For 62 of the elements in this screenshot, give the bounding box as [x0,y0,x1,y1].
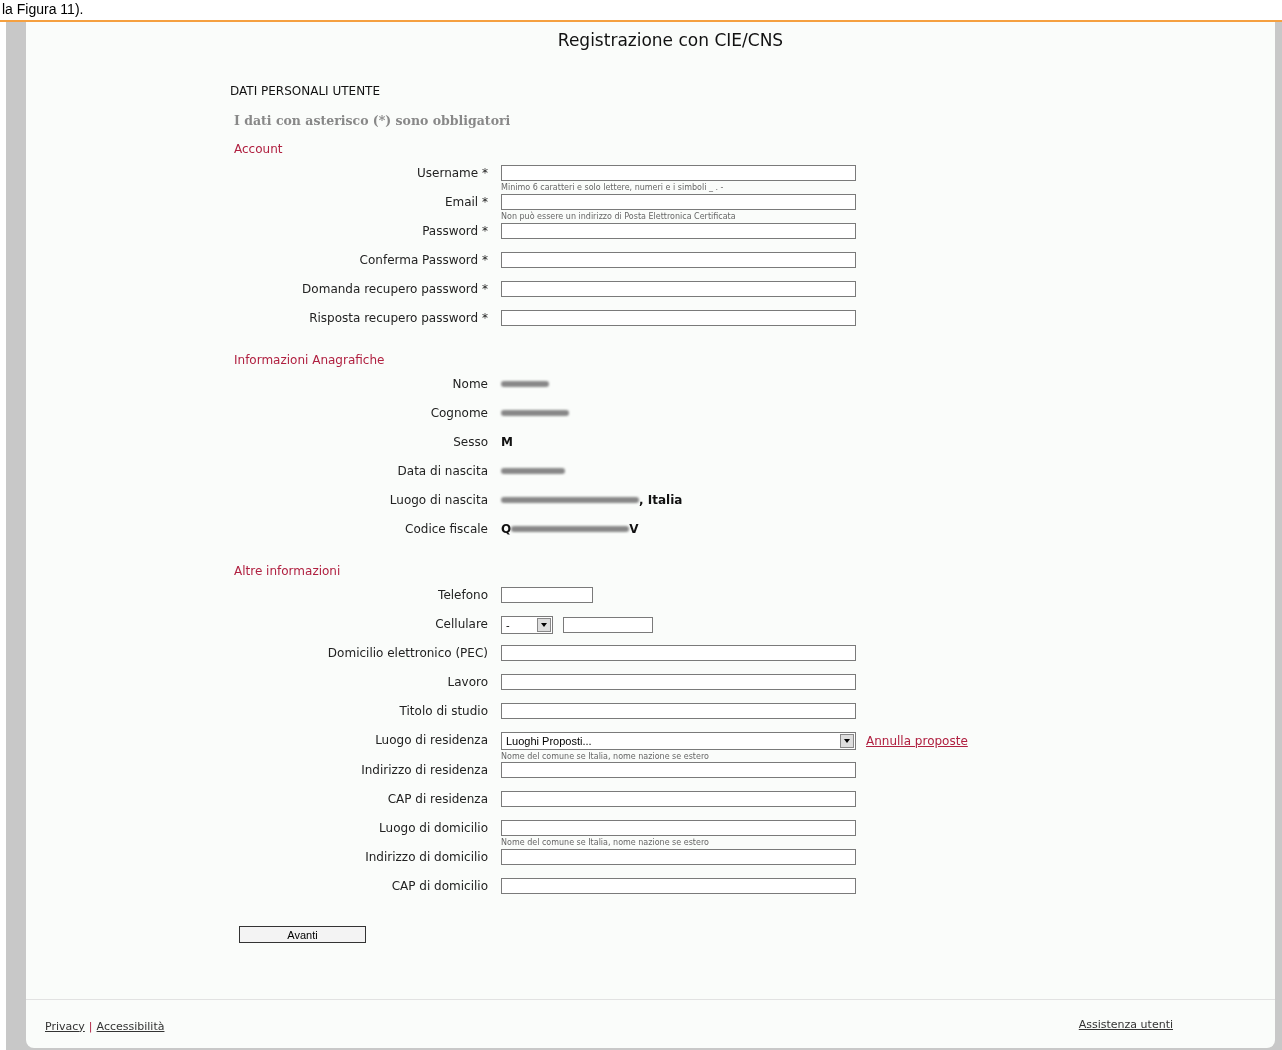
field-hint: Minimo 6 caratteri e solo lettere, numeri e i simboli _ . - [501,183,725,193]
field-label: Luogo di residenza [374,732,488,748]
field-label: Titolo di studio [398,703,488,719]
field-label: Sesso [452,434,488,450]
text-field[interactable] [501,165,856,181]
field-label: Telefono [437,587,488,603]
text-field[interactable] [501,762,856,778]
field-label: CAP di residenza [386,791,488,807]
link-separator: | [88,1019,93,1033]
field-value: Q [501,521,512,537]
text-field[interactable] [501,252,856,268]
field-hint: Nome del comune se Italia, nome nazione se estero [501,838,710,848]
field-label: Username * [416,165,488,181]
text-field[interactable] [501,194,856,210]
field-value: , Italia [639,492,683,508]
field-label: Luogo di nascita [388,492,488,508]
text-field[interactable] [501,878,856,894]
text-field[interactable] [501,587,593,603]
text-field[interactable] [501,791,856,807]
field-label: Email * [443,194,488,210]
field-label: Risposta recupero password * [308,310,488,326]
field-value: V [629,521,639,537]
field-label: Indirizzo di domicilio [364,849,488,865]
form-heading: DATI PERSONALI UTENTE [230,84,382,98]
footer-link[interactable]: Privacy [45,1019,85,1033]
prefix-dropdown[interactable]: - [501,616,553,634]
section-title: Altre informazioni [234,564,342,578]
caption-text: la Figura 11). [1,0,85,18]
field-hint: Nome del comune se Italia, nome nazione se estero [501,752,710,762]
section-title: Account [234,142,284,156]
text-field[interactable] [501,820,856,836]
field-label: Luogo di domicilio [378,820,488,836]
footer-link[interactable]: Assistenza utenti [1078,1017,1173,1031]
section-title: Informazioni Anagrafiche [234,353,386,367]
field-label: Cellulare [434,616,488,632]
field-label: Codice fiscale [404,521,488,537]
field-label: Password * [421,223,488,239]
page-title: Registrazione con CIE/CNS [556,30,785,50]
footer-link[interactable]: Accessibilità [96,1019,165,1033]
text-field[interactable] [501,310,856,326]
text-field[interactable] [501,223,856,239]
field-label: Indirizzo di residenza [360,762,488,778]
field-hint: Non può essere un indirizzo di Posta Elettronica Certificata [501,212,737,222]
field-label: Nome [451,376,488,392]
text-field[interactable] [501,849,856,865]
text-field[interactable] [501,703,856,719]
text-field[interactable] [501,645,856,661]
field-label: Conferma Password * [358,252,488,268]
field-label: CAP di domicilio [390,878,488,894]
text-field[interactable] [501,281,856,297]
field-label: Lavoro [446,674,488,690]
field-label: Data di nascita [396,463,488,479]
field-value: M [501,434,513,450]
next-button[interactable]: Avanti [239,926,366,943]
text-field[interactable] [501,674,856,690]
place-dropdown[interactable]: Luoghi Proposti... [501,732,856,750]
field-label: Domicilio elettronico (PEC) [326,645,488,661]
cancel-link[interactable]: Annulla proposte [866,734,968,748]
field-label: Domanda recupero password * [301,281,488,297]
text-field[interactable] [563,617,653,633]
field-label: Cognome [429,405,488,421]
required-note: I dati con asterisco (*) sono obbligatori [234,114,512,128]
